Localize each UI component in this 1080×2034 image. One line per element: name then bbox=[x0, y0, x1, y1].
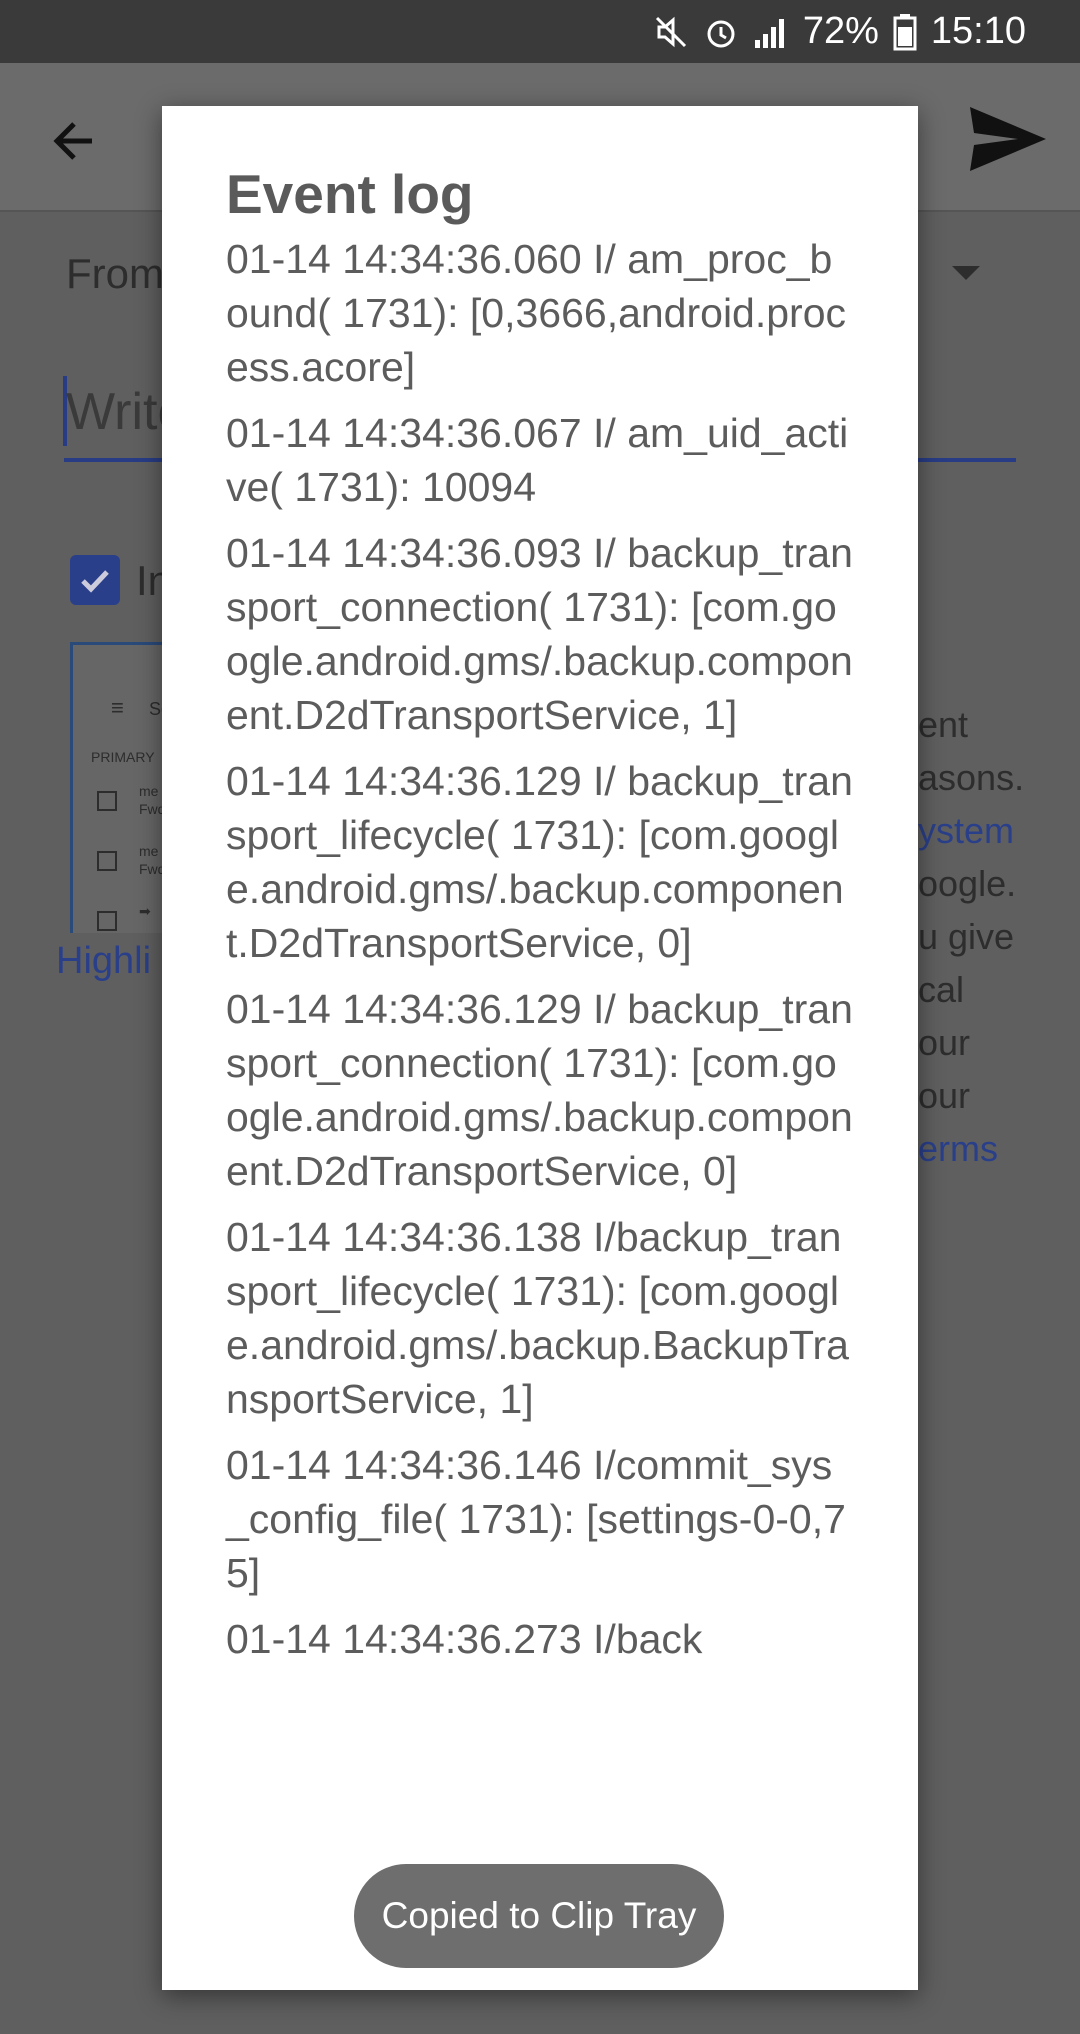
thumb-row-text: me bbox=[139, 783, 159, 799]
log-entry[interactable]: 01-14 14:34:36.093 I/ backup_transport_c… bbox=[226, 526, 854, 742]
log-entry[interactable]: 01-14 14:34:36.138 I/backup_transport_li… bbox=[226, 1210, 854, 1426]
check-icon bbox=[81, 570, 109, 593]
bg-text-line: asons. bbox=[918, 757, 1025, 798]
from-label: From bbox=[66, 250, 164, 297]
back-arrow-icon[interactable] bbox=[48, 115, 100, 167]
status-bar: 72% 15:10 bbox=[0, 0, 1080, 63]
log-entry[interactable]: 01-14 14:34:36.129 I/ backup_transport_l… bbox=[226, 754, 854, 970]
battery-percent: 72% bbox=[802, 10, 879, 52]
thumb-row-text: ➡ bbox=[139, 903, 151, 919]
highlight-link[interactable]: Highli bbox=[56, 940, 151, 983]
thumb-checkbox bbox=[97, 851, 117, 871]
bg-text-line: u give bbox=[918, 916, 1015, 957]
bg-text-line: cal bbox=[918, 969, 965, 1010]
event-log-list[interactable]: 01-14 14:34:36.060 I/ am_proc_bound( 173… bbox=[226, 232, 854, 1666]
thumb-section: PRIMARY bbox=[91, 749, 155, 765]
log-entry[interactable]: 01-14 14:34:36.067 I/ am_uid_active( 173… bbox=[226, 406, 854, 514]
log-entry[interactable]: 01-14 14:34:36.146 I/commit_sys_config_f… bbox=[226, 1438, 854, 1600]
bg-text-line: ent bbox=[918, 704, 969, 745]
bg-text-line: our bbox=[918, 1022, 971, 1063]
dialog-title: Event log bbox=[226, 163, 474, 225]
bg-text-line: oogle. bbox=[918, 863, 1017, 904]
log-entry[interactable]: 01-14 14:34:36.129 I/ backup_transport_c… bbox=[226, 982, 854, 1198]
include-checkbox[interactable] bbox=[70, 555, 120, 605]
thumb-row-text: me bbox=[139, 843, 159, 859]
from-dropdown-chevron-icon[interactable] bbox=[952, 266, 980, 280]
signal-icon bbox=[753, 14, 789, 50]
toast-message: Copied to Clip Tray bbox=[354, 1864, 724, 1968]
thumb-checkbox bbox=[97, 911, 117, 931]
thumb-menu-icon: ≡ bbox=[111, 695, 124, 720]
status-time: 15:10 bbox=[930, 10, 1026, 52]
log-entry[interactable]: 01-14 14:34:36.060 I/ am_proc_bound( 173… bbox=[226, 232, 854, 394]
alarm-icon bbox=[703, 14, 739, 50]
bg-link-line[interactable]: ystem bbox=[918, 810, 1014, 852]
event-log-dialog: Event log 01-14 14:34:36.060 I/ am_proc_… bbox=[162, 106, 918, 1990]
thumb-checkbox bbox=[97, 791, 117, 811]
bg-link-line[interactable]: erms bbox=[918, 1128, 998, 1170]
log-entry[interactable]: 01-14 14:34:36.273 I/back bbox=[226, 1612, 854, 1666]
battery-icon bbox=[893, 13, 917, 51]
mute-icon bbox=[653, 14, 689, 50]
send-icon[interactable] bbox=[968, 103, 1048, 175]
bg-text-line: our bbox=[918, 1075, 971, 1116]
